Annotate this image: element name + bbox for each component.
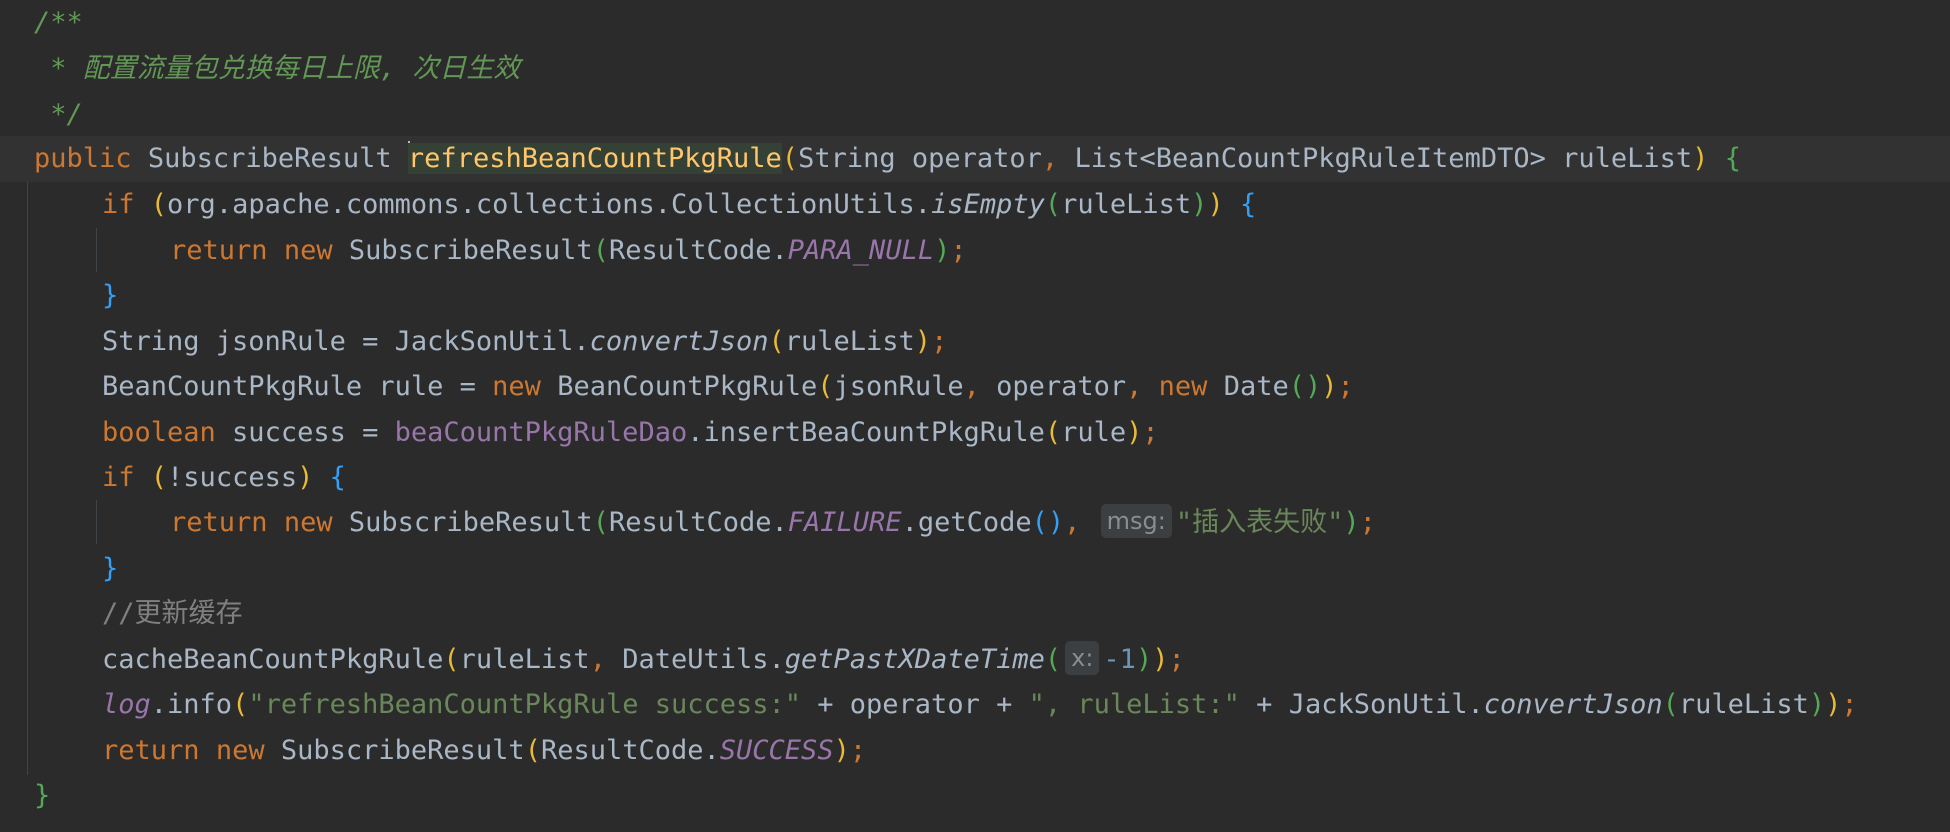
- code-line-18[interactable]: }: [0, 773, 1950, 819]
- argument: ruleList: [459, 644, 590, 675]
- constructor-call: SubscribeResult: [348, 507, 593, 538]
- param2-name: ruleList: [1562, 143, 1693, 174]
- field-ref: beaCountPkgRuleDao: [394, 417, 688, 448]
- method-call: .getCode: [901, 507, 1032, 538]
- code-line-15[interactable]: cacheBeanCountPkgRule(ruleList, DateUtil…: [0, 637, 1950, 683]
- static-method: convertJson: [589, 326, 769, 357]
- doc-comment-close: */: [34, 99, 83, 130]
- number-literal: -1: [1103, 644, 1136, 675]
- logger-field: log: [102, 689, 151, 720]
- code-line-6[interactable]: return new SubscribeResult(ResultCode.PA…: [0, 228, 1950, 274]
- constant: SUCCESS: [719, 735, 834, 766]
- param2-type: List<BeanCountPkgRuleItemDTO>: [1074, 143, 1546, 174]
- class-ref: DateUtils.: [605, 644, 785, 675]
- parameter-hint: msg:: [1100, 504, 1172, 538]
- class-ref: ResultCode.: [608, 235, 788, 266]
- method-call: cacheBeanCountPkgRule: [102, 644, 444, 675]
- doc-comment-body: * 配置流量包兑换每日上限, 次日生效: [34, 53, 521, 84]
- constructor-call: Date: [1223, 371, 1289, 402]
- code-line-3[interactable]: */: [0, 92, 1950, 138]
- code-editor[interactable]: /** * 配置流量包兑换每日上限, 次日生效 */ public Subscr…: [0, 0, 1950, 832]
- return-keyword: return: [102, 735, 200, 766]
- string-literal: ", ruleList:": [1028, 689, 1240, 720]
- declaration: success =: [215, 417, 395, 448]
- argument: ruleList: [1061, 189, 1192, 220]
- param1-type: String: [798, 143, 896, 174]
- code-line-16[interactable]: log.info("refreshBeanCountPkgRule succes…: [0, 682, 1950, 728]
- constant: FAILURE: [787, 507, 902, 538]
- code-line-1[interactable]: /**: [0, 0, 1950, 46]
- if-keyword: if: [102, 189, 135, 220]
- class-ref: ResultCode.: [540, 735, 720, 766]
- class-ref: ResultCode.: [608, 507, 788, 538]
- class-ref: + JackSonUtil.: [1239, 689, 1484, 720]
- declaration: String jsonRule = JackSonUtil.: [102, 326, 590, 357]
- code-line-8[interactable]: String jsonRule = JackSonUtil.convertJso…: [0, 319, 1950, 365]
- condition: !success: [167, 462, 298, 493]
- code-line-17[interactable]: return new SubscribeResult(ResultCode.SU…: [0, 728, 1950, 774]
- parameter-hint: x:: [1065, 641, 1100, 675]
- qualified-class: org.apache.commons.collections.Collectio…: [167, 189, 932, 220]
- code-line-11[interactable]: if (!success) {: [0, 455, 1950, 501]
- argument: ruleList: [784, 326, 915, 357]
- code-line-5[interactable]: if (org.apache.commons.collections.Colle…: [0, 182, 1950, 228]
- code-line-12[interactable]: return new SubscribeResult(ResultCode.FA…: [0, 500, 1950, 546]
- code-line-7[interactable]: }: [0, 273, 1950, 319]
- code-line-14[interactable]: //更新缓存: [0, 591, 1950, 637]
- return-type: SubscribeResult: [147, 143, 392, 174]
- concatenation: + operator +: [801, 689, 1029, 720]
- return-keyword: return: [170, 235, 268, 266]
- constructor-call: SubscribeResult: [348, 235, 593, 266]
- param1-name: operator: [911, 143, 1042, 174]
- if-keyword: if: [102, 462, 135, 493]
- static-method: convertJson: [1483, 689, 1663, 720]
- declaration: BeanCountPkgRule rule =: [102, 371, 493, 402]
- primitive-type: boolean: [102, 417, 216, 448]
- code-line-13[interactable]: }: [0, 546, 1950, 592]
- argument: operator: [996, 371, 1127, 402]
- constructor-call: BeanCountPkgRule: [557, 371, 818, 402]
- modifier-keyword: public: [34, 143, 132, 174]
- method-call: .insertBeaCountPkgRule: [687, 417, 1045, 448]
- code-line-9[interactable]: BeanCountPkgRule rule = new BeanCountPkg…: [0, 364, 1950, 410]
- static-method: getPastXDateTime: [784, 644, 1045, 675]
- new-keyword: new: [215, 735, 265, 766]
- line-comment: //更新缓存: [102, 598, 243, 629]
- argument: ruleList: [1678, 689, 1809, 720]
- string-literal: "插入表失败": [1175, 507, 1344, 538]
- method-call: .info: [150, 689, 233, 720]
- return-keyword: return: [170, 507, 268, 538]
- constructor-call: SubscribeResult: [280, 735, 525, 766]
- new-keyword: new: [283, 507, 333, 538]
- static-method: isEmpty: [931, 189, 1045, 220]
- code-line-2[interactable]: * 配置流量包兑换每日上限, 次日生效: [0, 46, 1950, 92]
- new-keyword: new: [492, 371, 541, 402]
- string-literal: "refreshBeanCountPkgRule success:": [248, 689, 802, 720]
- constant: PARA_NULL: [787, 235, 935, 266]
- doc-comment-open: /**: [34, 7, 83, 38]
- code-line-4[interactable]: public SubscribeResult refreshBeanCountP…: [0, 136, 1950, 182]
- code-line-10[interactable]: boolean success = beaCountPkgRuleDao.ins…: [0, 410, 1950, 456]
- method-name[interactable]: refreshBeanCountPkgRule: [407, 143, 782, 174]
- new-keyword: new: [1158, 371, 1208, 402]
- argument: jsonRule: [833, 371, 964, 402]
- new-keyword: new: [283, 235, 333, 266]
- argument: rule: [1061, 417, 1127, 448]
